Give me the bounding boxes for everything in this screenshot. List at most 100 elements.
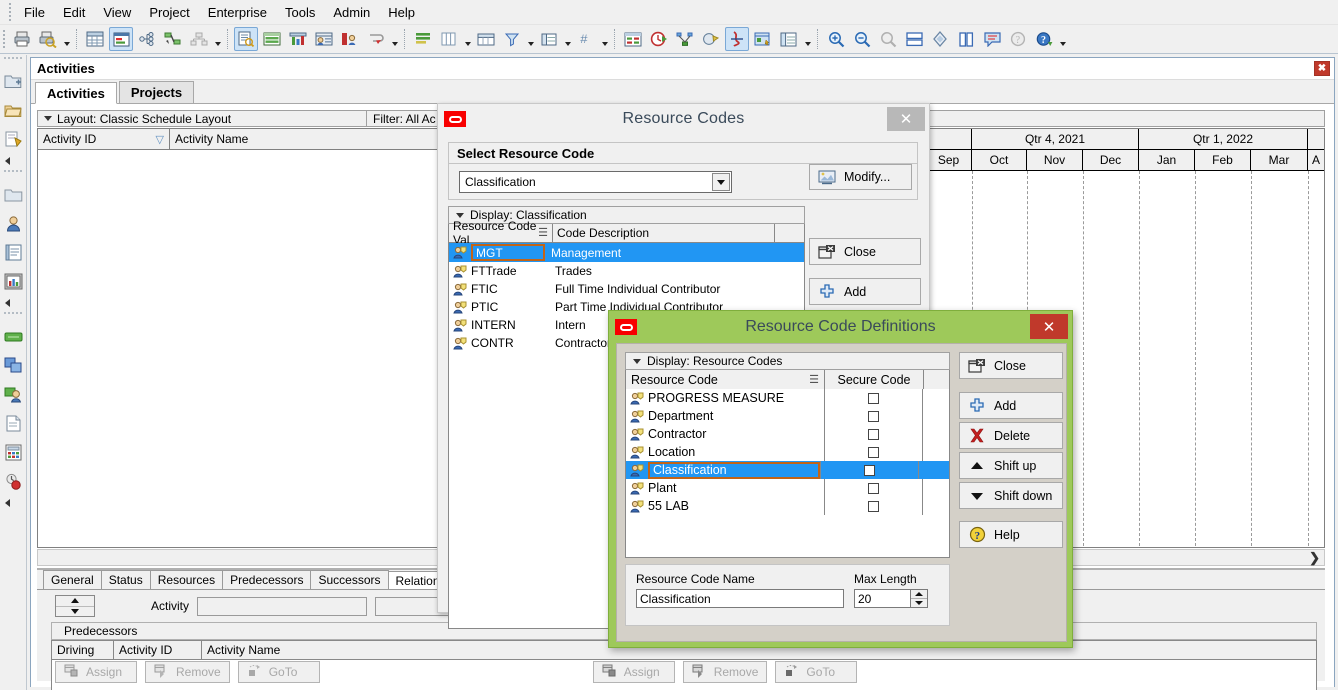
secure-code-cell[interactable] [824, 443, 923, 461]
tab-resources[interactable]: Resources [149, 570, 224, 589]
menu-view[interactable]: View [94, 2, 140, 23]
max-length-input[interactable]: 20 [854, 589, 911, 608]
resource-usage-icon[interactable] [286, 27, 310, 51]
rail-collapse-arrow-2[interactable] [0, 296, 27, 310]
secure-code-cell[interactable] [820, 461, 919, 479]
role-icon[interactable] [338, 27, 362, 51]
close-project-icon[interactable] [0, 125, 27, 154]
table-row[interactable]: Contractor [626, 425, 949, 443]
tab-successors[interactable]: Successors [310, 570, 389, 589]
progress-spotlight-icon[interactable] [621, 27, 645, 51]
resource-code-name-editing[interactable]: Classification [648, 461, 820, 479]
dropdown-arrow[interactable] [61, 28, 72, 50]
expenses-icon[interactable] [0, 438, 27, 467]
column-header-code-description[interactable]: Code Description [553, 224, 775, 242]
zoom-out-icon[interactable] [850, 27, 874, 51]
table-row[interactable]: Department [626, 407, 949, 425]
goto-button-left[interactable]: GoTo [237, 661, 320, 683]
rail-collapse-arrow-3[interactable] [0, 496, 27, 510]
menu-admin[interactable]: Admin [324, 2, 379, 23]
level-resources-icon[interactable] [673, 27, 697, 51]
menu-enterprise[interactable]: Enterprise [199, 2, 276, 23]
dropdown-arrow[interactable] [802, 28, 813, 50]
wbs-green-icon[interactable] [0, 322, 27, 351]
list-item[interactable]: MGT Management [449, 243, 804, 262]
column-header-resource-code[interactable]: Resource Code ☰ [626, 370, 825, 390]
column-menu-icon[interactable]: ☰ [538, 227, 548, 239]
table-row[interactable]: PROGRESS MEASURE [626, 389, 949, 407]
secure-code-checkbox[interactable] [868, 428, 879, 440]
activity-stepper[interactable] [55, 595, 95, 617]
rail-collapse-arrow-1[interactable] [0, 154, 27, 168]
menu-edit[interactable]: Edit [54, 2, 94, 23]
zoom-in-icon[interactable] [824, 27, 848, 51]
close-icon[interactable]: ✕ [1030, 314, 1068, 339]
bars-icon[interactable] [537, 27, 561, 51]
secure-code-checkbox[interactable] [868, 392, 879, 404]
secure-code-checkbox[interactable] [868, 500, 879, 512]
dropdown-arrow[interactable] [212, 28, 223, 50]
activities-blue-icon[interactable] [0, 351, 27, 380]
column-header-driving[interactable]: Driving [52, 641, 114, 659]
stepper-up-icon[interactable] [56, 596, 94, 607]
stepper-down-icon[interactable] [56, 607, 94, 617]
secure-code-cell[interactable] [824, 497, 923, 515]
split-horizontal-icon[interactable] [902, 27, 926, 51]
layout-selector[interactable]: Layout: Classic Schedule Layout [37, 110, 367, 127]
close-button[interactable]: Close [959, 352, 1063, 379]
column-header-secure-code[interactable]: Secure Code [825, 370, 924, 390]
resource-codes-list[interactable]: PROGRESS MEASURE Department Contractor L… [625, 389, 950, 558]
schedule-icon[interactable] [647, 27, 671, 51]
close-icon[interactable]: ✖ [1314, 61, 1330, 76]
tab-projects[interactable]: Projects [118, 81, 195, 103]
filter-icon[interactable] [500, 27, 524, 51]
wp-documents-icon[interactable] [0, 409, 27, 438]
group-sort-icon[interactable] [437, 27, 461, 51]
print-icon[interactable] [10, 27, 34, 51]
scroll-right-icon[interactable]: ❯ [1309, 550, 1320, 566]
secure-code-checkbox[interactable] [864, 464, 875, 476]
tab-general[interactable]: General [43, 570, 102, 589]
store-period-icon[interactable] [751, 27, 775, 51]
notes-icon[interactable] [980, 27, 1004, 51]
report-icon[interactable] [234, 27, 258, 51]
help-icon[interactable]: ? [1032, 27, 1056, 51]
projects-folder-icon[interactable] [0, 180, 27, 209]
network-icon[interactable] [161, 27, 185, 51]
help-button[interactable]: ? Help [959, 521, 1063, 548]
secure-code-checkbox[interactable] [868, 482, 879, 494]
max-length-stepper-group[interactable]: 20 [854, 589, 928, 608]
column-header-resource-code-val[interactable]: Resource Code Val ☰ [449, 219, 553, 247]
tab-activities[interactable]: Activities [35, 82, 117, 104]
secure-code-checkbox[interactable] [868, 446, 879, 458]
tab-status[interactable]: Status [100, 570, 151, 589]
activity-table-icon[interactable] [109, 27, 133, 51]
resources-person-icon[interactable] [0, 209, 27, 238]
list-item[interactable]: FTTrade Trades [449, 262, 804, 280]
stepper-down-icon[interactable] [911, 599, 927, 607]
timescale-icon[interactable] [474, 27, 498, 51]
display-resource-codes-header[interactable]: Display: Resource Codes [625, 352, 950, 370]
shift-up-button[interactable]: Shift up [959, 452, 1063, 479]
add-button[interactable]: Add [809, 278, 921, 305]
max-length-stepper[interactable] [911, 589, 928, 608]
return-icon[interactable] [364, 27, 388, 51]
resource-table-icon[interactable] [260, 27, 284, 51]
assign-button-left[interactable]: Assign [55, 661, 137, 683]
numbering-icon[interactable]: # [574, 27, 598, 51]
secure-code-cell[interactable] [824, 479, 923, 497]
secure-code-cell[interactable] [824, 425, 923, 443]
apply-actuals-icon[interactable] [699, 27, 723, 51]
secure-code-cell[interactable] [824, 389, 923, 407]
table-row[interactable]: Plant [626, 479, 949, 497]
add-button[interactable]: Add [959, 392, 1063, 419]
org-chart-icon[interactable] [187, 27, 211, 51]
remove-button-left[interactable]: Remove [145, 661, 230, 683]
menu-file[interactable]: File [15, 2, 54, 23]
spreadsheet-icon[interactable] [83, 27, 107, 51]
print-preview-icon[interactable] [36, 27, 60, 51]
new-project-icon[interactable] [0, 67, 27, 96]
open-project-icon[interactable] [0, 96, 27, 125]
goto-button-right[interactable]: GoTo [775, 661, 858, 683]
dropdown-arrow[interactable] [525, 28, 536, 50]
